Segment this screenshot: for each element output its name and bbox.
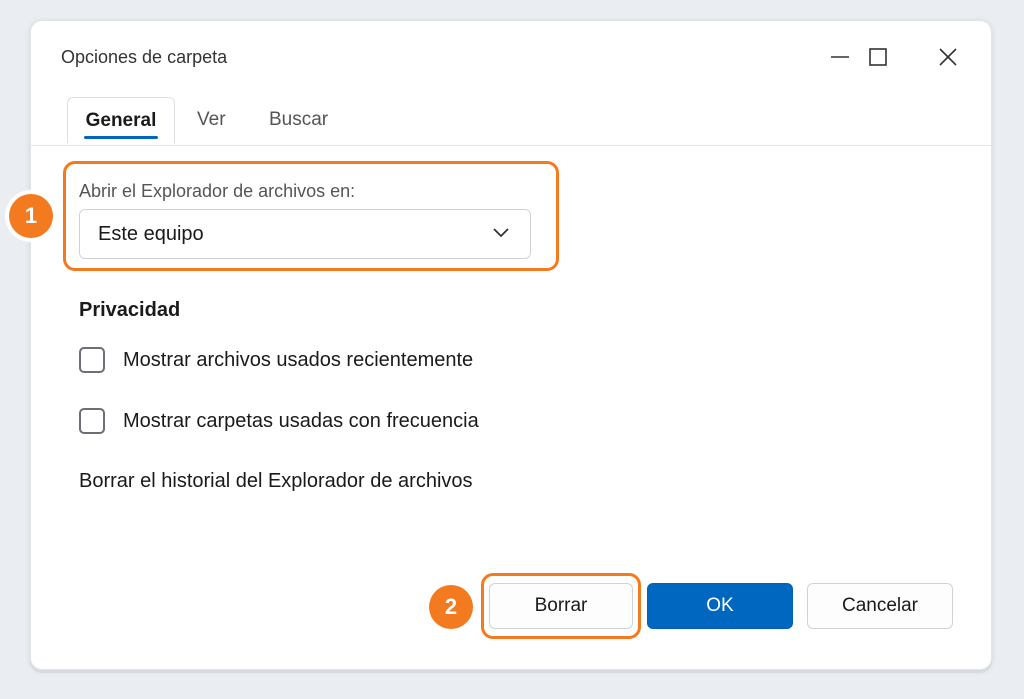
tab-buscar[interactable]: Buscar <box>269 97 328 143</box>
open-in-label: Abrir el Explorador de archivos en: <box>79 181 356 201</box>
ok-button[interactable]: OK <box>647 583 793 629</box>
show-frequent-folders-row[interactable]: Mostrar carpetas usadas con frecuencia <box>79 408 479 434</box>
open-in-dropdown[interactable]: Este equipo <box>79 209 531 259</box>
tab-ver[interactable]: Ver <box>197 97 226 143</box>
folder-options-dialog: Opciones de carpeta General Ver Buscar 1… <box>9 20 992 670</box>
active-tab-indicator <box>84 136 158 139</box>
maximize-button[interactable] <box>855 37 901 77</box>
show-recent-files-label: Mostrar archivos usados recientemente <box>123 348 474 371</box>
minimize-icon <box>831 56 849 58</box>
show-frequent-folders-label: Mostrar carpetas usadas con frecuencia <box>123 409 479 432</box>
maximize-icon <box>869 48 887 66</box>
window-title: Opciones de carpeta <box>61 47 228 67</box>
close-icon <box>939 48 957 66</box>
tab-label: General <box>85 110 157 131</box>
show-frequent-folders-checkbox[interactable] <box>79 408 105 434</box>
show-recent-files-checkbox[interactable] <box>79 347 105 373</box>
cancel-button[interactable]: Cancelar <box>807 583 953 629</box>
step1-badge: 1 <box>9 194 53 238</box>
privacy-title: Privacidad <box>79 299 181 321</box>
clear-button[interactable]: Borrar <box>489 583 633 629</box>
tab-divider <box>31 145 991 146</box>
chevron-down-icon <box>493 228 509 238</box>
close-button[interactable] <box>925 37 971 77</box>
clear-history-label: Borrar el historial del Explorador de ar… <box>79 470 473 492</box>
show-recent-files-row[interactable]: Mostrar archivos usados recientemente <box>79 347 473 373</box>
tab-general[interactable]: General <box>67 97 175 143</box>
open-in-value: Este equipo <box>98 222 204 245</box>
step2-badge: 2 <box>429 585 473 629</box>
